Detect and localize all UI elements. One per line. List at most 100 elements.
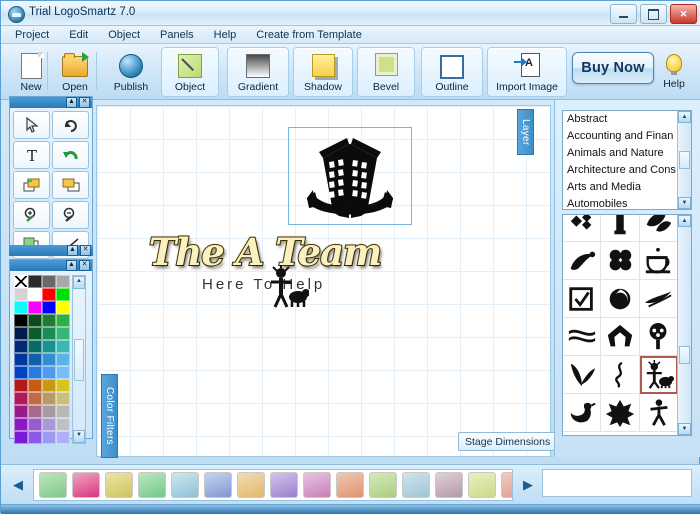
gradient-swatch[interactable]	[171, 472, 199, 498]
color-swatch[interactable]	[42, 301, 56, 314]
category-scroll-up-icon[interactable]: ▲	[678, 111, 691, 123]
menu-item-project[interactable]: Project	[15, 29, 49, 41]
color-swatch-grid[interactable]	[14, 275, 70, 444]
color-swatch[interactable]	[56, 301, 70, 314]
color-swatch[interactable]	[14, 392, 28, 405]
tools-panel-hide-icon[interactable]: ✕	[80, 245, 91, 256]
color-scroll-thumb[interactable]	[74, 338, 84, 381]
category-scroll-down-icon[interactable]: ▼	[678, 197, 691, 209]
color-panel-close-icon[interactable]: ✕	[79, 260, 90, 271]
layer-tab[interactable]: Layer	[517, 109, 534, 155]
gradient-swatch[interactable]	[369, 472, 397, 498]
color-swatch[interactable]	[42, 275, 56, 288]
clipart-item[interactable]	[601, 215, 640, 242]
color-swatch[interactable]	[28, 392, 42, 405]
send-backward-tool[interactable]	[52, 171, 89, 199]
clipart-item[interactable]	[639, 356, 678, 394]
design-canvas[interactable]: The A Team Here To Help	[96, 105, 551, 457]
buy-now-button[interactable]: Buy Now	[572, 52, 654, 84]
tools-panel-close-icon[interactable]: ✕	[79, 97, 90, 108]
color-swatch[interactable]	[56, 379, 70, 392]
color-scroll-up-icon[interactable]: ▲	[73, 276, 85, 289]
clipart-item[interactable]	[639, 215, 678, 242]
color-swatch[interactable]	[14, 353, 28, 366]
color-swatch[interactable]	[56, 431, 70, 444]
color-swatch[interactable]	[56, 275, 70, 288]
clipart-scrollbar[interactable]: ▲ ▼	[677, 215, 691, 435]
toolbar-button-outline[interactable]: Outline	[421, 47, 483, 97]
clipart-scroll-down-icon[interactable]: ▼	[678, 423, 691, 435]
color-swatch[interactable]	[28, 431, 42, 444]
color-swatch[interactable]	[28, 327, 42, 340]
color-swatch[interactable]	[42, 327, 56, 340]
color-swatch[interactable]	[42, 353, 56, 366]
color-swatch[interactable]	[42, 392, 56, 405]
color-panel-collapse-icon[interactable]: ▲	[66, 260, 77, 271]
clipart-item[interactable]	[563, 356, 602, 394]
color-swatch[interactable]	[56, 353, 70, 366]
gradient-swatch[interactable]	[105, 472, 133, 498]
menu-item-help[interactable]: Help	[214, 29, 237, 41]
menu-item-edit[interactable]: Edit	[69, 29, 88, 41]
color-swatch[interactable]	[42, 314, 56, 327]
color-filters-tab[interactable]: Color Filters	[101, 374, 118, 458]
toolbar-button-object[interactable]: Object	[161, 47, 219, 97]
clipart-item[interactable]	[563, 242, 602, 280]
color-scroll-down-icon[interactable]: ▼	[73, 430, 85, 443]
color-swatch[interactable]	[14, 418, 28, 431]
clipart-item[interactable]	[601, 356, 640, 394]
color-swatch[interactable]	[14, 431, 28, 444]
color-swatch[interactable]	[28, 379, 42, 392]
gradient-swatch[interactable]	[138, 472, 166, 498]
logo-title[interactable]: The A Team	[115, 233, 415, 272]
category-list-box[interactable]: Abstract Accounting and Finan Animals and …	[562, 110, 692, 210]
color-scrollbar[interactable]: ▲ ▼	[72, 275, 86, 444]
gradient-swatch[interactable]	[435, 472, 463, 498]
clipart-item[interactable]	[639, 394, 678, 432]
color-swatch[interactable]	[14, 340, 28, 353]
menu-item-create-from-template[interactable]: Create from Template	[256, 29, 362, 41]
color-swatch[interactable]	[42, 405, 56, 418]
gradient-swatch[interactable]	[237, 472, 265, 498]
gradient-swatch[interactable]	[501, 472, 512, 498]
category-list-item[interactable]: Accounting and Finan	[563, 128, 678, 145]
color-swatch[interactable]	[56, 418, 70, 431]
color-swatch[interactable]	[42, 431, 56, 444]
color-swatch[interactable]	[28, 314, 42, 327]
color-swatch[interactable]	[28, 366, 42, 379]
category-list-item[interactable]: Animals and Nature	[563, 145, 678, 162]
clipart-item[interactable]	[563, 215, 602, 242]
clipart-item[interactable]	[601, 280, 640, 318]
color-swatch[interactable]	[28, 288, 42, 301]
category-scrollbar[interactable]: ▲ ▼	[677, 111, 691, 209]
gradient-name-input[interactable]	[542, 469, 692, 497]
gradient-swatch[interactable]	[72, 472, 100, 498]
color-swatch[interactable]	[56, 314, 70, 327]
color-swatch[interactable]	[14, 327, 28, 340]
toolbar-button-gradient[interactable]: Gradient	[227, 47, 289, 97]
close-button[interactable]: ✕	[670, 4, 697, 24]
clipart-item[interactable]	[601, 318, 640, 356]
tools-panel-collapse-icon[interactable]: ▲	[66, 97, 77, 108]
color-swatch[interactable]	[28, 353, 42, 366]
gradient-swatch-strip[interactable]	[33, 469, 513, 501]
clipart-item[interactable]	[639, 242, 678, 280]
clipart-list-box[interactable]: ▲ ▼	[562, 214, 692, 436]
gradient-swatch[interactable]	[39, 472, 67, 498]
text-tool[interactable]: T	[13, 141, 50, 169]
color-swatch[interactable]	[14, 379, 28, 392]
clipart-item[interactable]	[563, 318, 602, 356]
undo-tool[interactable]	[52, 141, 89, 169]
clipart-item[interactable]	[563, 394, 602, 432]
color-swatch[interactable]	[14, 275, 28, 288]
clipart-item[interactable]	[563, 280, 602, 318]
gradient-swatch[interactable]	[303, 472, 331, 498]
clipart-scroll-thumb[interactable]	[679, 345, 690, 364]
color-swatch[interactable]	[42, 340, 56, 353]
gradient-swatch[interactable]	[468, 472, 496, 498]
toolbar-button-open[interactable]: Open	[49, 47, 101, 97]
tools-panel-expand-icon[interactable]: ▲	[67, 245, 78, 256]
color-swatch[interactable]	[14, 405, 28, 418]
clipart-item[interactable]	[639, 318, 678, 356]
clipart-item[interactable]	[601, 242, 640, 280]
